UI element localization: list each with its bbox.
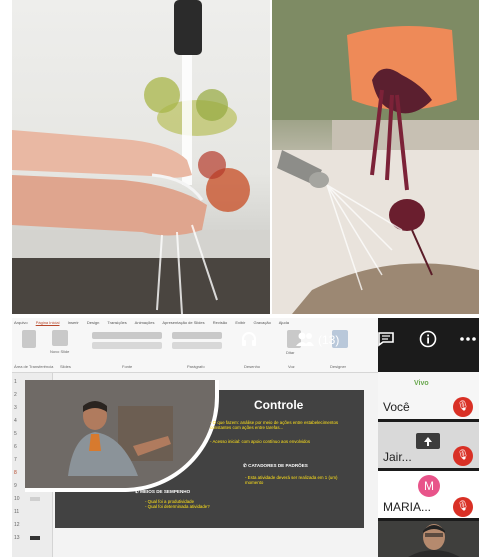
current-slide[interactable]: Controle - O que fazem: análise por meio… [25, 380, 364, 528]
tab-animacoes[interactable]: Animações [135, 320, 155, 325]
slide-number[interactable]: 12 [14, 522, 20, 528]
group-area-transferencia: Área de Transferência [14, 364, 54, 369]
tab-design[interactable]: Design [87, 320, 99, 325]
slide-number[interactable]: 3 [14, 405, 17, 411]
slide-text-block-3: - Esta atividade deverá ser realizada em… [245, 475, 338, 486]
tab-revisao[interactable]: Revisão [213, 320, 227, 325]
mic-off-icon: 🎙 [453, 397, 473, 417]
avatar: M [418, 475, 440, 497]
group-paragrafo: Parágrafo [187, 364, 205, 369]
group-slides: Slides [60, 364, 71, 369]
participant-tile-video[interactable] [378, 521, 479, 557]
participant-tile-jair[interactable]: Jair... 🎙 [378, 422, 479, 468]
tab-transicoes[interactable]: Transições [107, 320, 126, 325]
chat-icon[interactable] [377, 331, 395, 347]
handwashing-illustration [12, 0, 270, 314]
slide-title: Controle [254, 398, 304, 412]
font-format-buttons[interactable] [92, 342, 162, 349]
beet-washing-photo [272, 0, 479, 314]
participant-panel: Vivo Você 🎙 Jair... 🎙 M MARIA... 🎙 [378, 372, 479, 557]
slide-thumb[interactable] [30, 497, 40, 501]
new-slide-icon[interactable] [52, 330, 68, 346]
mic-off-icon: 🎙 [453, 446, 473, 466]
participant-tile-maria[interactable]: M MARIA... 🎙 [378, 471, 479, 518]
participant-tile-you[interactable]: Vivo Você 🎙 [378, 372, 479, 419]
presenter-photo [68, 401, 173, 476]
font-selector[interactable] [92, 332, 162, 339]
slide-text-block-1: - O que fazem: análise por meio de ações… [210, 420, 339, 431]
tab-apresentacao[interactable]: Apresentação de Slides [162, 320, 204, 325]
info-icon[interactable] [419, 330, 437, 348]
slide-number-active[interactable]: 8 [14, 470, 17, 476]
tab-inserir[interactable]: Inserir [68, 320, 79, 325]
slide-number[interactable]: 11 [14, 509, 19, 515]
slide-number[interactable]: 4 [14, 418, 17, 424]
participant-name: MARIA... [383, 500, 432, 514]
new-slide-label: Novo Slide [50, 349, 70, 354]
slide-thumb[interactable] [30, 536, 40, 540]
slide-bullet-2: ✆ MEIOS DE SEMPENHO [135, 489, 191, 494]
participant-count[interactable]: (13) [318, 333, 339, 347]
people-icon[interactable] [295, 330, 315, 348]
paragraph-controls[interactable] [172, 332, 222, 339]
notes-area[interactable] [55, 532, 364, 542]
slide-bullet-1: ✆ CATADORES DE PADRÕES [243, 463, 308, 468]
slide-text-block-4: - Qual foi a produtividade - Qual foi de… [145, 499, 210, 510]
mic-off-icon: 🎙 [453, 497, 473, 517]
video-call-screen: Arquivo Página Inicial Inserir Design Tr… [12, 318, 479, 557]
slide-text-block-2: - Acesso inicial: com apoio contínuo aos… [210, 439, 311, 444]
group-fonte: Fonte [122, 364, 133, 369]
meeting-toolbar: (13) [232, 318, 479, 372]
more-icon[interactable] [460, 336, 476, 342]
presenting-icon [416, 433, 440, 449]
headphones-icon[interactable] [240, 330, 258, 348]
brand-logo: Vivo [414, 380, 429, 387]
beet-washing-illustration [272, 0, 479, 314]
slide-number[interactable]: 5 [14, 431, 17, 437]
slide-number[interactable]: 10 [14, 496, 20, 502]
handwashing-photo [12, 0, 270, 314]
participant-name: Você [383, 400, 410, 414]
slide-number[interactable]: 1 [14, 379, 17, 385]
slide-number[interactable]: 6 [14, 444, 17, 450]
slide-number[interactable]: 7 [14, 457, 17, 463]
slide-number[interactable]: 13 [14, 535, 20, 541]
slide-number[interactable]: 2 [14, 392, 17, 398]
paste-icon[interactable] [22, 330, 36, 348]
paragraph-align-buttons[interactable] [172, 342, 222, 349]
slide-number[interactable]: 9 [14, 483, 17, 489]
tab-arquivo[interactable]: Arquivo [14, 320, 28, 325]
participant-name: Jair... [383, 450, 412, 464]
tab-pagina-inicial[interactable]: Página Inicial [36, 320, 60, 325]
participant-video [378, 521, 479, 557]
